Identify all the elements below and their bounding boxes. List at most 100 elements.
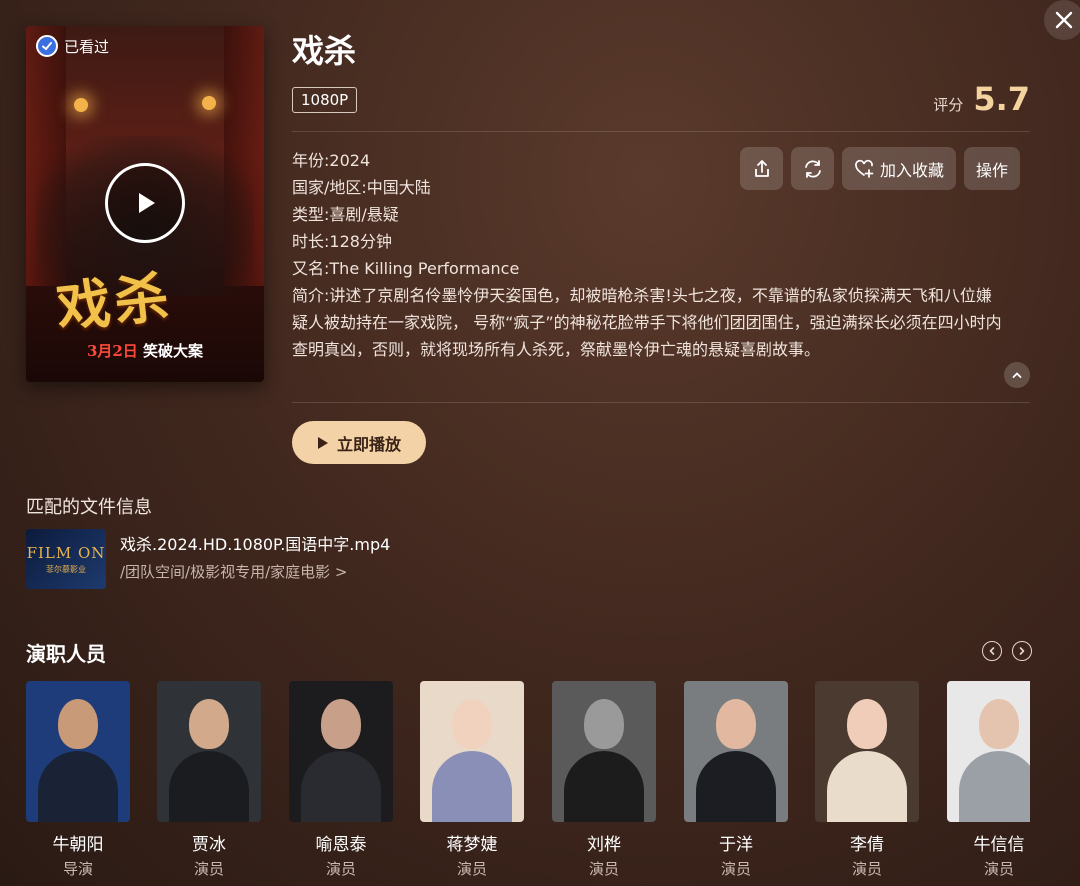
cast-photo: [26, 681, 130, 822]
page-title: 戏杀: [292, 32, 357, 70]
chevron-up-icon: [1012, 372, 1022, 378]
refresh-button[interactable]: [791, 147, 834, 190]
photo-body: [564, 751, 644, 822]
close-button[interactable]: [1044, 0, 1080, 40]
share-button[interactable]: [740, 147, 783, 190]
photo-head: [979, 699, 1019, 749]
play-icon: [317, 436, 328, 449]
file-thumbnail[interactable]: FILM ON 菲尔慕影业: [26, 529, 106, 589]
genre-label: 类型:: [292, 205, 330, 224]
cast-next-button[interactable]: [1012, 641, 1032, 661]
cast-prev-button[interactable]: [982, 641, 1002, 661]
synopsis-label: 简介:: [292, 286, 330, 305]
year-value: 2024: [329, 151, 371, 170]
cast-card[interactable]: 李倩 演员: [815, 681, 919, 879]
watched-badge: 已看过: [36, 34, 109, 58]
poster-tagline: 笑破大案: [143, 342, 204, 360]
action-bar: 加入收藏 操作: [740, 147, 1021, 190]
more-actions-label: 操作: [976, 160, 1009, 180]
photo-body: [169, 751, 249, 822]
cast-card[interactable]: 牛信信 演员: [947, 681, 1030, 879]
region-row: 国家/地区:中国大陆: [292, 174, 519, 201]
play-icon: [139, 193, 155, 213]
cast-card[interactable]: 牛朝阳 导演: [26, 681, 130, 879]
play-now-button[interactable]: 立即播放: [292, 421, 426, 464]
cast-nav: [982, 641, 1032, 661]
cast-card[interactable]: 刘桦 演员: [552, 681, 656, 879]
watched-label: 已看过: [64, 37, 110, 56]
year-row: 年份:2024: [292, 147, 519, 174]
poster-date-line: 3月2日 笑破大案: [26, 340, 264, 361]
cast-name: 喻恩泰: [315, 835, 367, 855]
add-favorite-label: 加入收藏: [880, 160, 945, 180]
duration-value: 128分钟: [329, 232, 392, 251]
cast-photo: [947, 681, 1030, 822]
file-info-title: 匹配的文件信息: [26, 497, 152, 518]
photo-body: [38, 751, 118, 822]
share-icon: [754, 159, 769, 177]
refresh-icon: [804, 159, 821, 178]
photo-body: [959, 751, 1030, 822]
synopsis: 简介:讲述了京剧名伶墨怜伊天姿国色，却被暗枪杀害!头七之夜，不靠谱的私家侦探满天…: [292, 282, 1004, 363]
poster-lamp: [202, 96, 216, 110]
file-name: 戏杀.2024.HD.1080P.国语中字.mp4: [120, 535, 391, 554]
add-favorite-button[interactable]: 加入收藏: [842, 147, 957, 190]
cast-card[interactable]: 喻恩泰 演员: [289, 681, 393, 879]
check-icon: [36, 35, 58, 57]
photo-body: [696, 751, 776, 822]
divider: [292, 131, 1030, 132]
file-thumb-sub: 菲尔慕影业: [46, 564, 86, 574]
photo-body: [827, 751, 907, 822]
cast-photo: [157, 681, 261, 822]
photo-body: [432, 751, 512, 822]
photo-body: [301, 751, 381, 822]
cast-name: 于洋: [719, 835, 753, 855]
cast-photo: [420, 681, 524, 822]
photo-head: [716, 699, 756, 749]
photo-head: [189, 699, 229, 749]
cast-list: 牛朝阳 导演 贾冰 演员 喻恩泰 演员 蒋梦婕 演员 刘桦 演员 于洋 演员 李…: [26, 681, 1030, 886]
synopsis-text: 讲述了京剧名伶墨怜伊天姿国色，却被暗枪杀害!头七之夜，不靠谱的私家侦探满天飞和八…: [292, 286, 1002, 359]
cast-role: 演员: [983, 860, 1014, 878]
cast-role: 导演: [62, 860, 93, 878]
chevron-left-icon: [989, 647, 995, 655]
cast-name: 蒋梦婕: [446, 835, 498, 855]
genre-value: 喜剧/悬疑: [329, 205, 399, 224]
aka-label: 又名:: [292, 259, 330, 278]
cast-name: 刘桦: [587, 835, 621, 855]
more-actions-button[interactable]: 操作: [964, 147, 1021, 190]
collapse-synopsis-button[interactable]: [1004, 362, 1030, 388]
cast-photo: [815, 681, 919, 822]
aka-row: 又名:The Killing Performance: [292, 255, 519, 282]
rating-label: 评分: [933, 96, 964, 114]
poster-play-button[interactable]: [105, 163, 185, 243]
rating-value: 5.7: [973, 80, 1030, 118]
cast-name: 贾冰: [192, 835, 226, 855]
poster-lamp: [74, 98, 88, 112]
duration-label: 时长:: [292, 232, 330, 251]
cast-role: 演员: [588, 860, 619, 878]
poster-title-art: 戏杀: [53, 264, 176, 340]
file-thumb-logo: FILM ON: [26, 543, 106, 562]
quality-badge: 1080P: [292, 87, 358, 113]
cast-photo: [552, 681, 656, 822]
photo-head: [321, 699, 361, 749]
year-label: 年份:: [292, 151, 330, 170]
rating: 评分 5.7: [933, 80, 1030, 118]
movie-poster[interactable]: 已看过 戏杀 3月2日 笑破大案: [26, 26, 264, 382]
cast-card[interactable]: 蒋梦婕 演员: [420, 681, 524, 879]
region-value: 中国大陆: [366, 178, 431, 197]
photo-head: [847, 699, 887, 749]
cast-title: 演职人员: [26, 642, 106, 666]
heart-plus-icon: [855, 159, 874, 178]
photo-head: [452, 699, 492, 749]
cast-name: 李倩: [850, 835, 884, 855]
cast-role: 演员: [851, 860, 882, 878]
cast-card[interactable]: 于洋 演员: [684, 681, 788, 879]
cast-role: 演员: [720, 860, 751, 878]
cast-role: 演员: [325, 860, 356, 878]
cast-card[interactable]: 贾冰 演员: [157, 681, 261, 879]
cast-name: 牛信信: [973, 835, 1025, 855]
file-path-link[interactable]: /团队空间/极影视专用/家庭电影 >: [120, 561, 348, 582]
cast-photo: [684, 681, 788, 822]
